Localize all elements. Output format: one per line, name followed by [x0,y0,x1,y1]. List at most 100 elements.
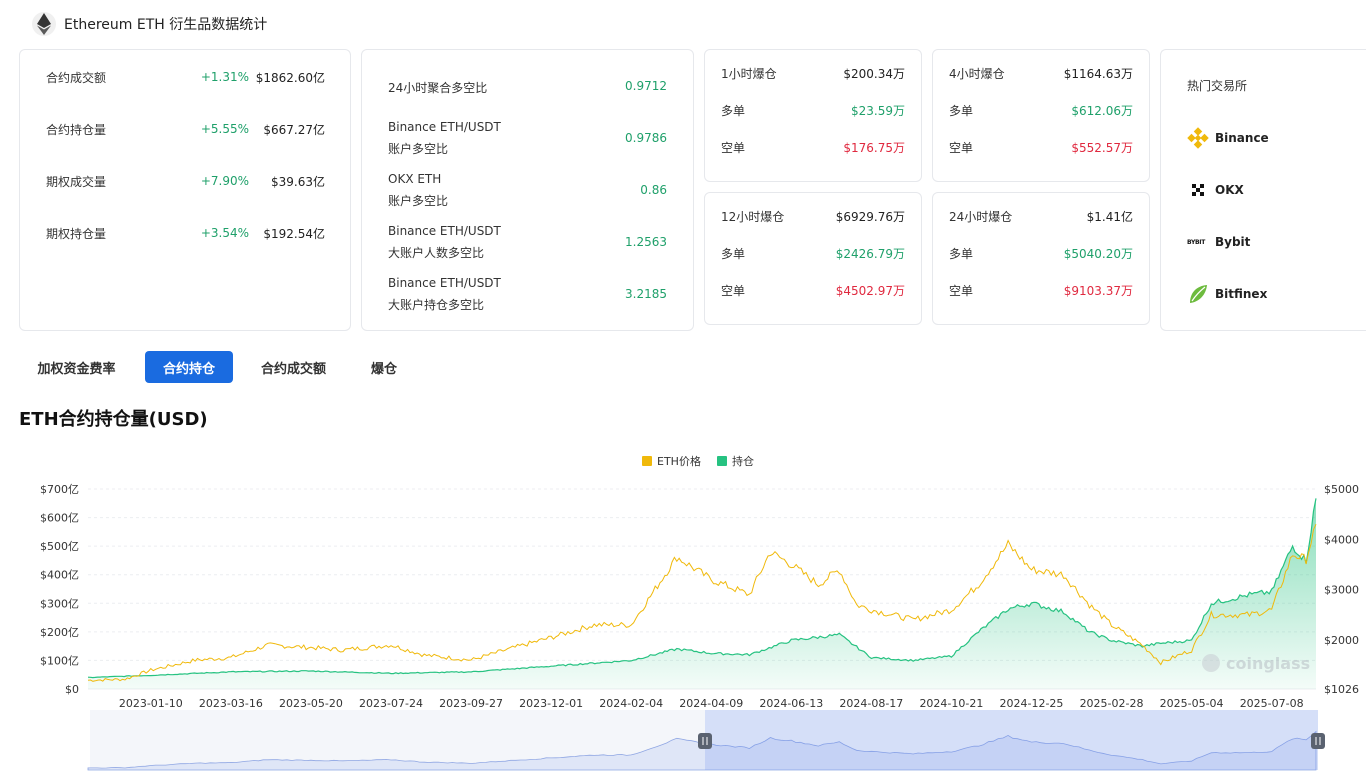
liq-total: $200.34万 [843,66,905,81]
exchanges-title: 热门交易所 [1187,79,1248,93]
x-tick-label: 2024-06-13 [759,697,823,710]
liq-total: $1.41亿 [1086,209,1133,224]
ratio-sublabel: 大账户持仓多空比 [388,298,485,312]
stat-label: 合约持仓量 [46,122,107,137]
page-header: Ethereum ETH 衍生品数据统计 [32,10,267,38]
stat-value: $667.27亿 [263,122,325,137]
tab-funding-rate[interactable]: 加权资金费率 [19,351,134,383]
liq-total: $1164.63万 [1063,66,1133,81]
liq-title: 12小时爆仓 [721,209,785,224]
liq-short-label: 空单 [721,283,746,298]
tab-open-interest[interactable]: 合约持仓 [145,351,233,383]
liq-long-value: $612.06万 [1071,103,1133,118]
stat-change: +3.54% [200,226,249,240]
liquidation-card-12h: 12小时爆仓 $6929.76万 多单 $2426.79万 空单 $4502.9… [704,192,922,325]
legend-swatch-price [642,456,652,466]
legend-label-price: ETH价格 [657,454,701,468]
x-tick-label: 2025-05-04 [1160,697,1224,710]
x-tick-label: 2023-09-27 [439,697,503,710]
x-axis: 2023-01-10 2023-03-16 2023-05-20 2023-07-24… [119,697,1304,710]
range-navigator[interactable] [87,710,1325,771]
watermark-text: coinglass [1226,654,1310,673]
navigator-selection[interactable] [705,710,1318,770]
liq-short-label: 空单 [949,283,974,298]
x-tick-label: 2024-04-09 [679,697,743,710]
series-line-price [87,523,1317,682]
x-tick-label: 2024-08-17 [839,697,903,710]
stat-value: $1862.60亿 [255,70,325,85]
liq-title: 24小时爆仓 [949,209,1013,224]
stat-value: $192.54亿 [263,226,325,241]
liq-long-label: 多单 [949,103,974,118]
liquidation-card-4h: 4小时爆仓 $1164.63万 多单 $612.06万 空单 $552.57万 [932,49,1150,182]
liq-long-label: 多单 [721,246,746,261]
navigator-area [87,730,1317,771]
ratio-sublabel: 大账户人数多空比 [388,246,485,260]
ratio-row: Binance ETH/USDT 大账户人数多空比 1.2563 [388,224,667,264]
stat-change: +7.90% [200,174,249,188]
tab-volume[interactable]: 合约成交额 [243,351,344,383]
tab-liquidation[interactable]: 爆仓 [354,351,414,383]
y-left-tick-label: $500亿 [40,540,79,553]
exchange-name: Binance [1215,131,1269,145]
exchange-name: OKX [1215,183,1244,197]
ratio-value: 0.9786 [625,131,667,145]
exchange-link-binance[interactable]: Binance [1187,127,1269,149]
y-left-tick-label: $700亿 [40,483,79,496]
stat-label: 期权成交量 [46,174,107,189]
stat-value: $39.63亿 [271,174,325,189]
y-left-tick-label: $100亿 [40,654,79,667]
ratio-row: OKX ETH 账户多空比 0.86 [388,172,667,212]
y-axis-left: $0 $100亿 $200亿 $300亿 $400亿 $500亿 $600亿 $700亿 [40,483,79,696]
ratio-label: OKX ETH [388,172,442,186]
market-stats-card: 合约成交额 +1.31% $1862.60亿 合约持仓量 +5.55% $667… [19,49,351,331]
y-right-tick-label: $5000 [1324,483,1359,496]
ratio-value: 1.2563 [625,235,667,249]
watermark-logo-icon [1202,654,1220,672]
exchange-name: Bitfinex [1215,287,1268,301]
y-left-tick-label: $0 [65,683,79,696]
ratio-label: Binance ETH/USDT [388,276,501,290]
stat-change: +5.55% [200,122,249,136]
navigator-handle-left[interactable] [698,733,712,749]
liq-long-label: 多单 [949,246,974,261]
liq-short-label: 空单 [949,140,974,155]
liq-short-value: $4502.97万 [835,283,905,298]
navigator-handle-right[interactable] [1311,733,1325,749]
exchange-link-bitfinex[interactable]: Bitfinex [1187,283,1267,305]
exchange-link-bybit[interactable]: BYBIT Bybit [1187,231,1250,253]
ratio-label: Binance ETH/USDT [388,224,501,238]
liq-short-label: 空单 [721,140,746,155]
long-short-ratio-card: 24小时聚合多空比 0.9712 Binance ETH/USDT 账户多空比 … [361,49,694,331]
x-tick-label: 2024-02-04 [599,697,663,710]
ratio-row: 24小时聚合多空比 0.9712 [388,77,667,97]
y-right-tick-label: $2000 [1324,634,1359,647]
liq-total: $6929.76万 [835,209,905,224]
ratio-sublabel: 账户多空比 [388,194,449,208]
stat-label: 合约成交额 [46,70,107,85]
x-tick-label: 2023-01-10 [119,697,183,710]
okx-icon [1192,184,1204,196]
y-right-tick-label: $3000 [1324,584,1359,597]
bybit-icon: BYBIT [1187,238,1205,246]
exchange-name: Bybit [1215,235,1251,249]
stat-label: 期权持仓量 [46,226,107,241]
legend-swatch-oi [717,456,727,466]
liq-long-value: $5040.20万 [1063,246,1133,261]
page-title: Ethereum ETH 衍生品数据统计 [64,17,268,33]
y-right-tick-label: $4000 [1324,533,1359,546]
navigator-track [90,710,1318,770]
y-right-tick-label: $1026 [1324,683,1359,696]
legend-label-oi: 持仓 [732,454,754,468]
liq-short-value: $552.57万 [1071,140,1133,155]
bitfinex-icon [1190,285,1207,303]
chart-grid [88,488,1316,690]
ratio-label: 24小时聚合多空比 [388,81,488,95]
liq-short-value: $176.75万 [843,140,905,155]
x-tick-label: 2024-10-21 [919,697,983,710]
exchange-link-okx[interactable]: OKX [1187,179,1244,201]
ratio-sublabel: 账户多空比 [388,142,449,156]
chart-title: ETH合约持仓量(USD) [19,409,208,430]
series-line-oi [87,498,1317,679]
liq-short-value: $9103.37万 [1063,283,1133,298]
